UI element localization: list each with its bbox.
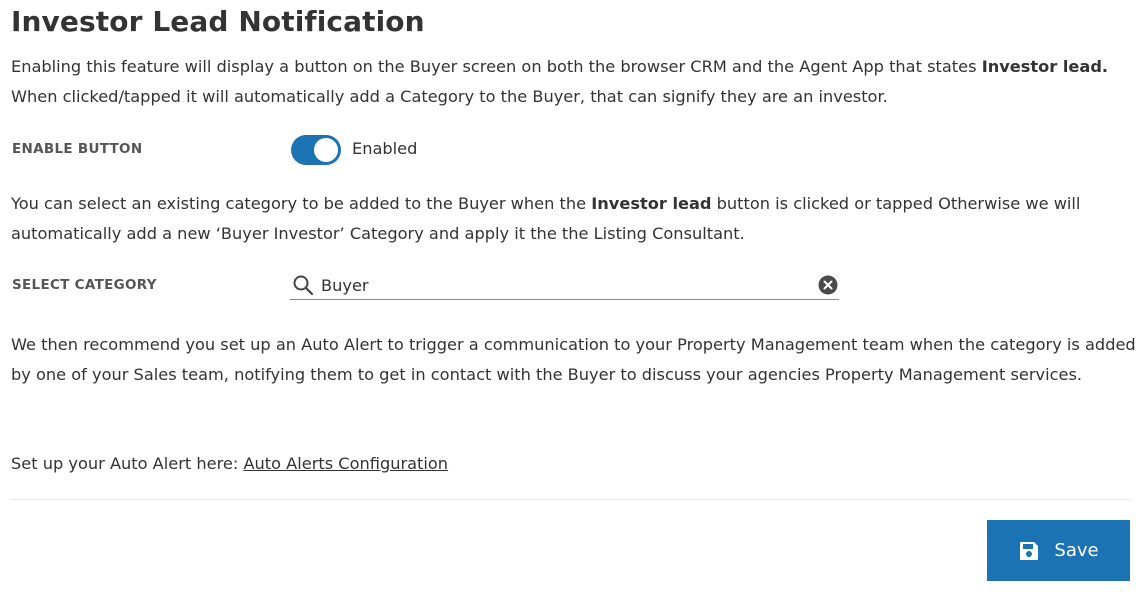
category-text-before: You can select an existing category to b… [11,194,592,213]
toggle-knob [314,138,338,162]
intro-bold: Investor lead. [981,57,1109,76]
category-search-field [290,270,839,300]
recommendation-paragraph: We then recommend you set up an Auto Ale… [11,335,1136,384]
auto-alert-prefix: Set up your Auto Alert here: [11,454,244,473]
page-title: Investor Lead Notification [11,5,425,38]
auto-alert-line: Set up your Auto Alert here: Auto Alerts… [11,449,1136,479]
floppy-disk-icon [1020,541,1039,560]
auto-alerts-configuration-link[interactable]: Auto Alerts Configuration [243,454,448,473]
intro-text-after: When clicked/tapped it will automaticall… [11,87,888,106]
divider [11,499,1131,500]
category-bold: Investor lead [591,194,712,213]
select-category-label: SELECT CATEGORY [12,277,157,293]
search-icon [293,275,314,296]
clear-icon[interactable] [818,275,838,295]
intro-text-before: Enabling this feature will display a but… [11,57,982,76]
enable-button-label: ENABLE BUTTON [12,141,143,157]
save-button[interactable]: Save [987,520,1130,581]
toggle-status-text: Enabled [352,139,418,158]
category-search-input[interactable] [321,272,801,298]
enable-toggle[interactable] [291,135,341,165]
intro-paragraph: Enabling this feature will display a but… [11,52,1136,112]
investor-lead-settings-panel: Investor Lead Notification Enabling this… [0,0,1147,592]
category-info-paragraph: You can select an existing category to b… [11,189,1136,249]
save-label: Save [1054,540,1099,561]
